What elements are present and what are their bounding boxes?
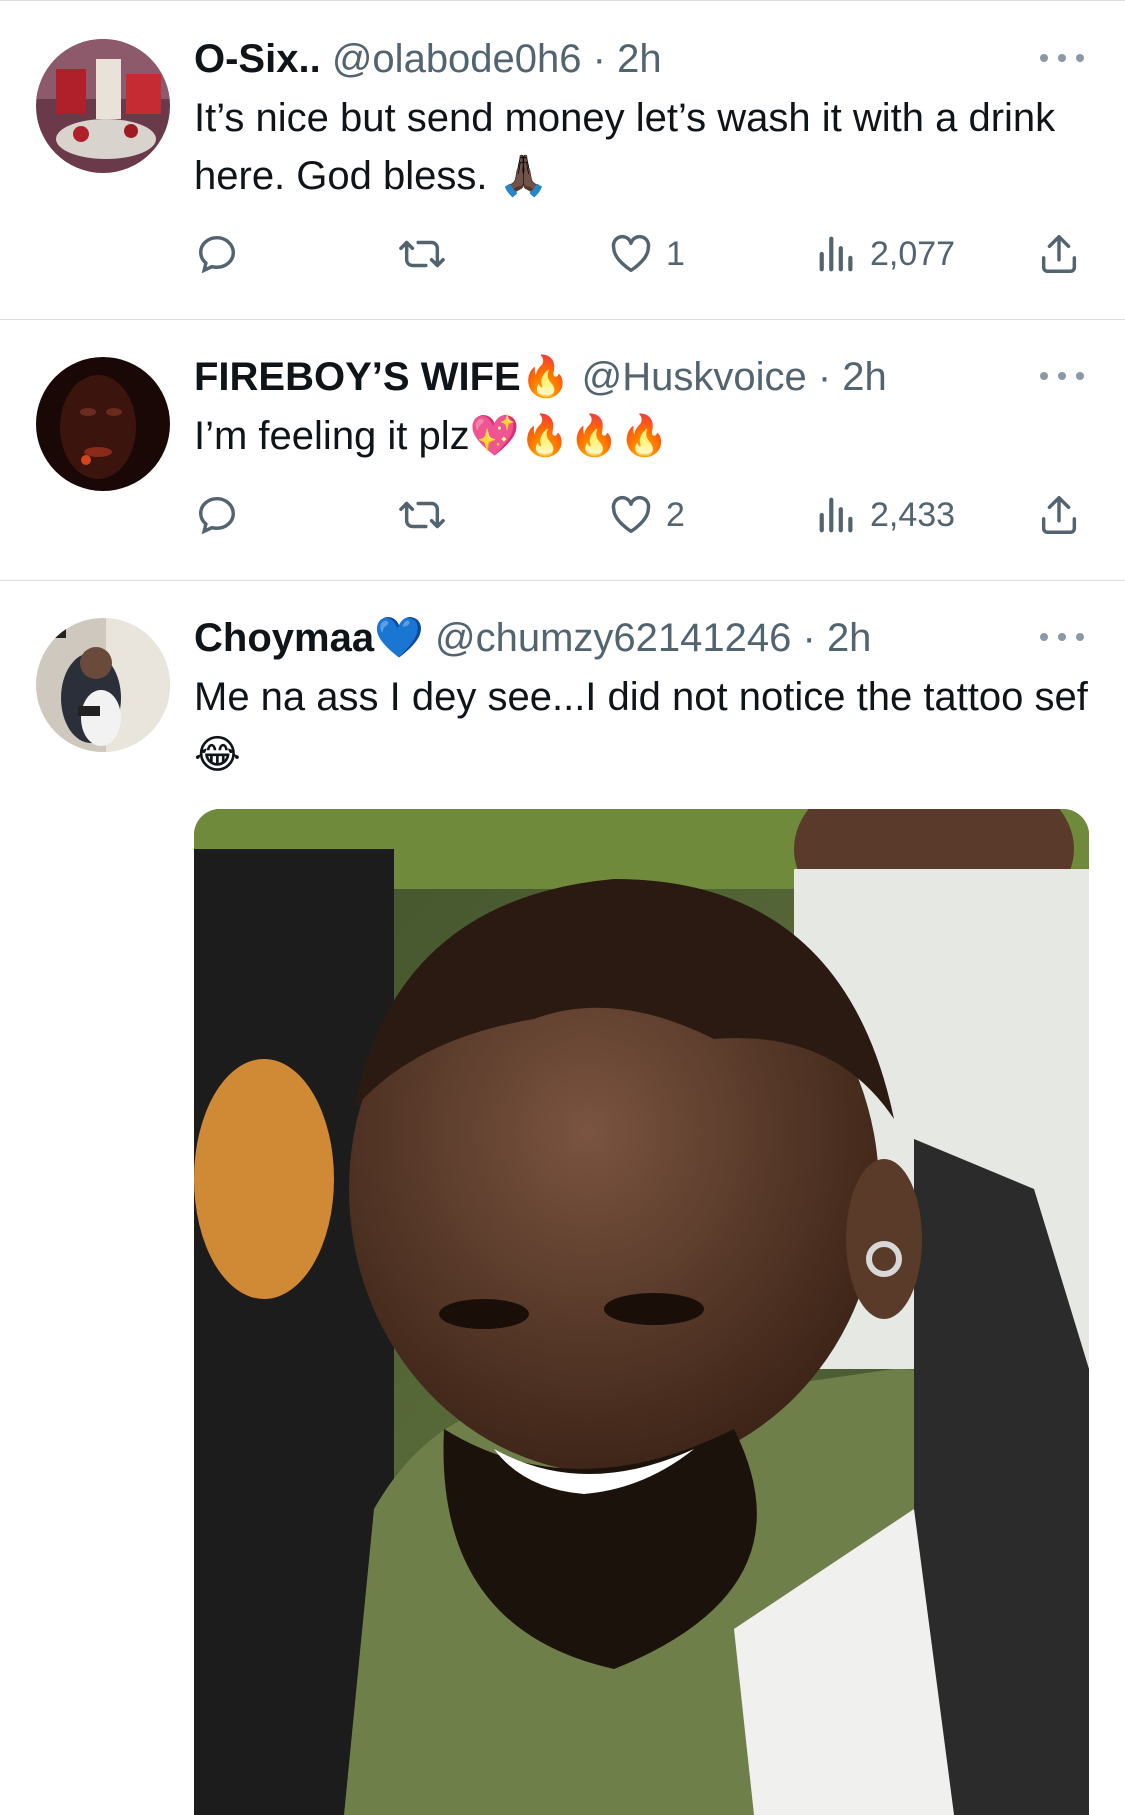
like-button[interactable]: 1	[608, 229, 685, 279]
retweet-icon	[399, 240, 445, 268]
tweet-header: Choymaa💙 @chumzy62141246 · 2h	[194, 613, 871, 663]
share-icon	[1041, 496, 1077, 534]
more-icon[interactable]	[1040, 627, 1084, 647]
handle[interactable]: @olabode0h6	[332, 37, 582, 81]
display-name[interactable]: O-Six..	[194, 37, 321, 81]
avatar[interactable]	[36, 618, 170, 752]
views-button[interactable]: 2,077	[816, 229, 955, 279]
tweet-header: O-Six.. @olabode0h6 · 2h	[194, 34, 662, 84]
action-bar: 1 2,077	[0, 229, 1125, 279]
avatar[interactable]	[36, 357, 170, 491]
avatar[interactable]	[36, 39, 170, 173]
tweet-photo[interactable]	[194, 809, 1089, 1815]
heart-icon	[611, 234, 651, 273]
share-button[interactable]	[1036, 229, 1082, 279]
more-icon[interactable]	[1040, 48, 1084, 68]
retweet-button[interactable]	[396, 490, 460, 540]
retweet-button[interactable]	[396, 229, 460, 279]
reply-button[interactable]	[194, 490, 252, 540]
share-button[interactable]	[1036, 490, 1082, 540]
views-icon	[819, 236, 853, 272]
like-count: 1	[666, 234, 685, 273]
like-count: 2	[666, 495, 685, 534]
display-name[interactable]: FIREBOY’S WIFE🔥	[194, 355, 570, 399]
views-button[interactable]: 2,433	[816, 490, 955, 540]
timestamp[interactable]: 2h	[827, 616, 872, 660]
views-count: 2,077	[870, 234, 956, 273]
heart-icon	[611, 495, 651, 534]
tweet-text: Me na ass I dey see...I did not notice t…	[194, 675, 1088, 777]
views-icon	[819, 497, 853, 533]
tweet-text: I’m feeling it plz💖🔥🔥🔥	[194, 414, 669, 458]
reply-button[interactable]	[194, 229, 252, 279]
action-bar: 2 2,433	[0, 490, 1125, 540]
handle[interactable]: @chumzy62141246	[435, 616, 791, 660]
separator: ·	[581, 37, 618, 81]
tweet[interactable]: Choymaa💙 @chumzy62141246 · 2h Me na ass …	[0, 581, 1125, 1815]
separator: ·	[791, 616, 827, 660]
tweet[interactable]: FIREBOY’S WIFE🔥 @Huskvoice · 2h I’m feel…	[0, 320, 1125, 581]
reply-icon	[198, 235, 236, 274]
share-icon	[1041, 235, 1077, 273]
like-button[interactable]: 2	[608, 490, 685, 540]
tweet[interactable]: O-Six.. @olabode0h6 · 2h It’s nice but s…	[0, 0, 1125, 320]
timestamp[interactable]: 2h	[617, 37, 662, 81]
separator: ·	[806, 355, 843, 399]
display-name[interactable]: Choymaa💙	[194, 616, 424, 660]
reply-icon	[198, 496, 236, 535]
handle[interactable]: @Huskvoice	[582, 355, 807, 399]
tweet-text: It’s nice but send money let’s wash it w…	[194, 96, 1056, 198]
views-count: 2,433	[870, 495, 956, 534]
tweet-header: FIREBOY’S WIFE🔥 @Huskvoice · 2h	[194, 352, 887, 402]
retweet-icon	[399, 501, 445, 529]
more-icon[interactable]	[1040, 366, 1084, 386]
timestamp[interactable]: 2h	[842, 355, 887, 399]
